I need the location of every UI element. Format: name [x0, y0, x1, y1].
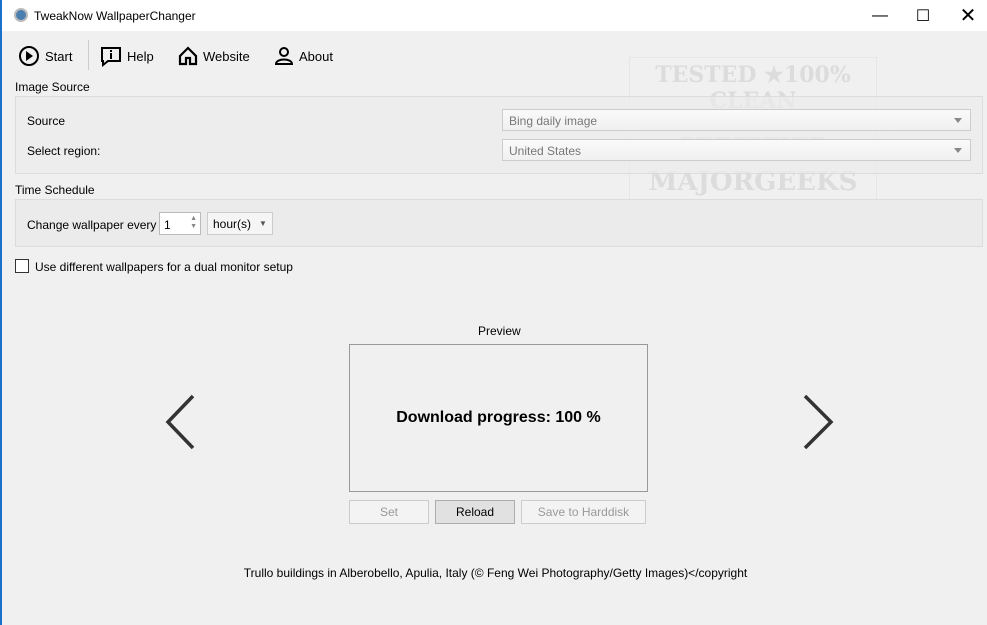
website-button[interactable]: Website [178, 41, 250, 71]
source-value: Bing daily image [509, 114, 598, 128]
time-schedule-heading: Time Schedule [15, 183, 95, 197]
interval-spinbox[interactable]: 1 ▲ ▼ [159, 212, 201, 235]
image-caption: Trullo buildings in Alberobello, Apulia,… [243, 566, 748, 580]
unit-value: hour(s) [213, 216, 252, 231]
help-info-icon [101, 47, 121, 67]
dual-monitor-label: Use different wallpapers for a dual moni… [35, 260, 293, 274]
chevron-down-icon [954, 148, 962, 153]
start-label: Start [45, 48, 73, 64]
unit-dropdown[interactable]: hour(s) ▼ [207, 212, 273, 235]
source-dropdown[interactable]: Bing daily image [502, 109, 971, 131]
preview-area: Download progress: 100 % [349, 344, 648, 492]
reload-button[interactable]: Reload [435, 500, 515, 524]
interval-value: 1 [164, 218, 171, 232]
close-button[interactable]: ✕ [945, 0, 987, 31]
start-button[interactable]: Start [18, 41, 72, 71]
help-button[interactable]: Help [100, 41, 154, 71]
save-to-harddisk-button[interactable]: Save to Harddisk [521, 500, 646, 524]
save-label: Save to Harddisk [537, 505, 630, 519]
source-label: Source [27, 114, 66, 128]
next-image-button[interactable] [802, 392, 836, 455]
toolbar-separator [88, 40, 89, 70]
website-label: Website [203, 48, 250, 64]
region-label: Select region: [27, 144, 101, 158]
home-icon [178, 46, 198, 66]
image-source-heading: Image Source [15, 80, 90, 94]
title-bar: TweakNow WallpaperChanger — ☐ ✕ [2, 0, 987, 31]
play-icon [19, 46, 39, 66]
help-label: Help [127, 48, 154, 64]
download-status: Download progress: 100 % [396, 409, 601, 426]
spin-arrows-icon[interactable]: ▲ ▼ [190, 215, 197, 231]
maximize-button[interactable]: ☐ [900, 0, 946, 31]
preview-label: Preview [478, 324, 521, 338]
region-dropdown[interactable]: United States [502, 139, 971, 161]
window-title: TweakNow WallpaperChanger [34, 9, 196, 23]
user-icon [274, 47, 294, 65]
app-icon [14, 8, 28, 22]
change-label: Change wallpaper every [27, 218, 157, 232]
region-value: United States [509, 144, 582, 158]
dual-monitor-checkbox[interactable] [15, 259, 29, 273]
chevron-right-icon [803, 394, 834, 450]
set-button[interactable]: Set [349, 500, 429, 524]
reload-label: Reload [455, 505, 495, 519]
minimize-button[interactable]: — [857, 0, 903, 31]
chevron-left-icon [165, 394, 195, 450]
previous-image-button[interactable] [164, 392, 196, 455]
chevron-down-icon [954, 118, 962, 123]
image-source-group [15, 96, 983, 174]
chevron-down-icon: ▼ [259, 219, 267, 228]
about-button[interactable]: About [274, 41, 333, 71]
about-label: About [299, 48, 333, 64]
set-label: Set [379, 505, 398, 519]
